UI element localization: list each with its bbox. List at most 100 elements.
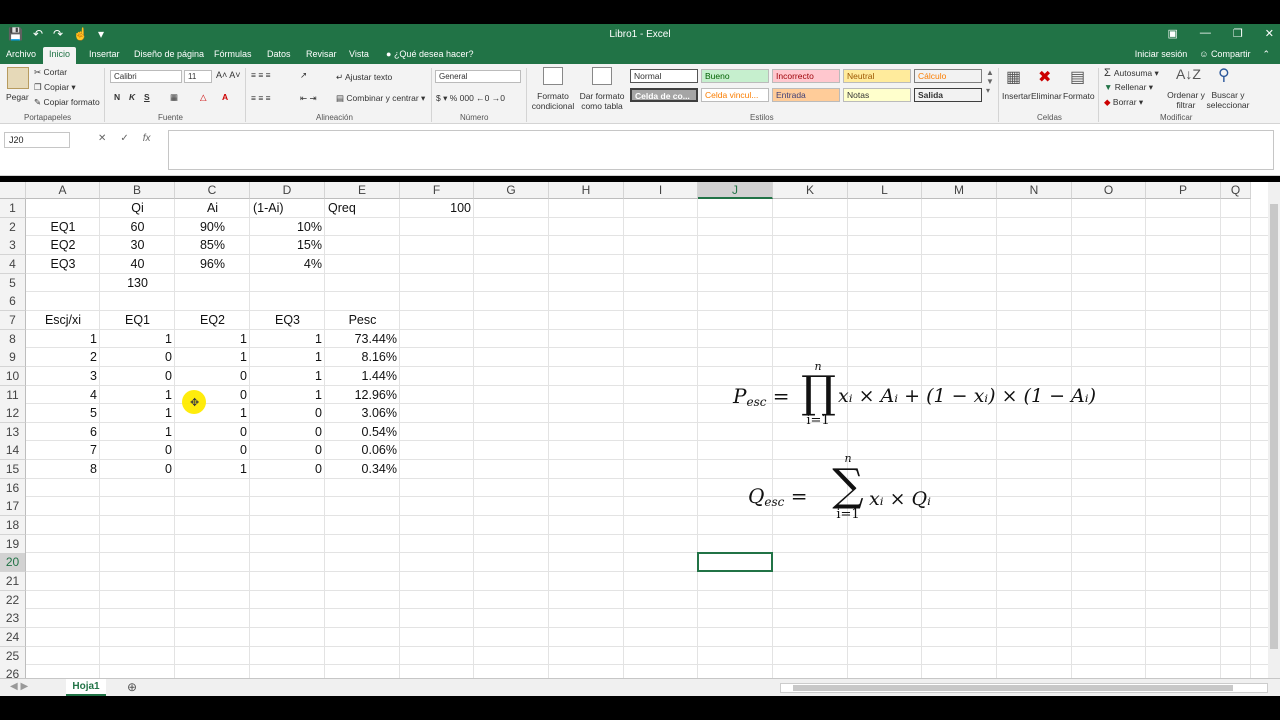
- sort-filter-button[interactable]: Ordenar y filtrar: [1166, 90, 1206, 110]
- tab-datos[interactable]: Datos: [267, 49, 291, 59]
- conditional-format-button[interactable]: Formato condicional: [530, 91, 576, 111]
- signin-link[interactable]: Iniciar sesión: [1135, 49, 1188, 60]
- row-header-18[interactable]: 18: [0, 516, 26, 536]
- column-header-h[interactable]: H: [549, 182, 624, 199]
- column-header-m[interactable]: M: [922, 182, 997, 199]
- cell-d8[interactable]: 1: [250, 330, 325, 349]
- vertical-scrollbar[interactable]: [1268, 182, 1280, 678]
- italic-button[interactable]: K: [129, 92, 135, 102]
- style-entrada[interactable]: Entrada: [772, 88, 840, 102]
- autosum-button[interactable]: Σ Autosuma ▾: [1104, 67, 1159, 79]
- align-left-icons[interactable]: ≡ ≡ ≡: [251, 93, 271, 103]
- column-header-f[interactable]: F: [400, 182, 474, 199]
- row-header-26[interactable]: 26: [0, 665, 26, 678]
- cell-d12[interactable]: 0: [250, 404, 325, 423]
- format-as-table-button[interactable]: Dar formato como tabla: [578, 91, 626, 111]
- style-incorrecto[interactable]: Incorrecto: [772, 69, 840, 83]
- cell-a15[interactable]: 8: [26, 460, 100, 479]
- cell-e13[interactable]: 0.54%: [325, 423, 400, 442]
- select-all-corner[interactable]: [0, 182, 26, 199]
- style-bueno[interactable]: Bueno: [701, 69, 769, 83]
- cell-e15[interactable]: 0.34%: [325, 460, 400, 479]
- ribbon-display-icon[interactable]: ▣: [1168, 27, 1178, 40]
- style-neutral[interactable]: Neutral: [843, 69, 911, 83]
- cell-c4[interactable]: 96%: [175, 255, 250, 274]
- cell-b4[interactable]: 40: [100, 255, 175, 274]
- column-header-a[interactable]: A: [26, 182, 100, 199]
- cancel-icon[interactable]: ✕: [98, 133, 106, 144]
- horizontal-scrollbar[interactable]: [780, 683, 1268, 693]
- row-header-13[interactable]: 13: [0, 422, 26, 442]
- column-header-c[interactable]: C: [175, 182, 250, 199]
- font-size-select[interactable]: 11: [184, 70, 212, 83]
- tab-formulas[interactable]: Fórmulas: [214, 49, 252, 59]
- cell-e1[interactable]: Qreq: [325, 199, 400, 218]
- style-celda-vinculada[interactable]: Celda vincul...: [701, 88, 769, 102]
- column-header-n[interactable]: N: [997, 182, 1072, 199]
- cell-a11[interactable]: 4: [26, 386, 100, 405]
- cell-c10[interactable]: 0: [175, 367, 250, 386]
- style-calculo[interactable]: Cálculo: [914, 69, 982, 83]
- cell-e10[interactable]: 1.44%: [325, 367, 400, 386]
- borders-icon[interactable]: ▦: [170, 92, 178, 103]
- row-header-15[interactable]: 15: [0, 460, 26, 480]
- row-header-21[interactable]: 21: [0, 572, 26, 591]
- grow-font-icon[interactable]: A˄ A˅: [216, 70, 241, 80]
- styles-scroll-icon[interactable]: ▲ ▼ ▾: [986, 68, 994, 95]
- cell-a7[interactable]: Escj/xi: [26, 311, 100, 330]
- wrap-text-button[interactable]: ↵ Ajustar texto: [336, 72, 392, 83]
- restore-icon[interactable]: ❐: [1233, 27, 1243, 40]
- close-icon[interactable]: ✕: [1265, 27, 1274, 40]
- row-header-17[interactable]: 17: [0, 497, 26, 517]
- tell-me-search[interactable]: ● ¿Qué desea hacer?: [386, 49, 474, 59]
- column-header-o[interactable]: O: [1072, 182, 1146, 199]
- tab-diseno[interactable]: Diseño de página: [134, 49, 204, 59]
- cell-b1[interactable]: Qi: [100, 199, 175, 218]
- cell-b13[interactable]: 1: [100, 423, 175, 442]
- style-salida[interactable]: Salida: [914, 88, 982, 102]
- fill-button[interactable]: ▼ Rellenar ▾: [1104, 82, 1153, 93]
- cell-d9[interactable]: 1: [250, 348, 325, 367]
- cell-b3[interactable]: 30: [100, 236, 175, 255]
- cell-b9[interactable]: 0: [100, 348, 175, 367]
- formula-input[interactable]: [168, 130, 1274, 170]
- cell-e9[interactable]: 8.16%: [325, 348, 400, 367]
- cell-a10[interactable]: 3: [26, 367, 100, 386]
- paste-icon[interactable]: [7, 67, 29, 89]
- style-notas[interactable]: Notas: [843, 88, 911, 102]
- worksheet-grid[interactable]: A B C D E F G H I J K L M N O P Q 1 2 3 4 5 6 7 8 9 10 11 12 13 14 15 16…: [0, 182, 1268, 678]
- cell-c7[interactable]: EQ2: [175, 311, 250, 330]
- tab-inicio[interactable]: Inicio: [43, 47, 77, 64]
- cell-b14[interactable]: 0: [100, 441, 175, 460]
- cell-b12[interactable]: 1: [100, 404, 175, 423]
- cell-a9[interactable]: 2: [26, 348, 100, 367]
- cell-c8[interactable]: 1: [175, 330, 250, 349]
- cell-a3[interactable]: EQ2: [26, 236, 100, 255]
- row-header-8[interactable]: 8: [0, 329, 26, 349]
- collapse-ribbon-icon[interactable]: ⌃: [1262, 49, 1270, 60]
- delete-cells-button[interactable]: Eliminar: [1031, 91, 1062, 101]
- cell-e11[interactable]: 12.96%: [325, 386, 400, 405]
- row-header-14[interactable]: 14: [0, 441, 26, 461]
- row-header-22[interactable]: 22: [0, 590, 26, 610]
- row-header-1[interactable]: 1: [0, 199, 26, 218]
- sheet-nav-icons[interactable]: ◀ ▶: [10, 681, 28, 692]
- cell-d13[interactable]: 0: [250, 423, 325, 442]
- cell-c3[interactable]: 85%: [175, 236, 250, 255]
- tab-vista[interactable]: Vista: [349, 49, 369, 59]
- cell-b5[interactable]: 130: [100, 274, 175, 293]
- column-header-b[interactable]: B: [100, 182, 175, 199]
- row-header-4[interactable]: 4: [0, 254, 26, 274]
- row-header-23[interactable]: 23: [0, 609, 26, 629]
- find-select-button[interactable]: Buscar y seleccionar: [1204, 90, 1252, 110]
- row-header-5[interactable]: 5: [0, 273, 26, 293]
- cell-b8[interactable]: 1: [100, 330, 175, 349]
- cell-c15[interactable]: 1: [175, 460, 250, 479]
- vertical-scroll-thumb[interactable]: [1270, 204, 1278, 649]
- column-header-g[interactable]: G: [474, 182, 549, 199]
- row-header-6[interactable]: 6: [0, 292, 26, 312]
- cell-f1[interactable]: 100: [400, 199, 474, 218]
- horizontal-scroll-thumb[interactable]: [793, 685, 1233, 691]
- cell-d15[interactable]: 0: [250, 460, 325, 479]
- tab-revisar[interactable]: Revisar: [306, 49, 337, 59]
